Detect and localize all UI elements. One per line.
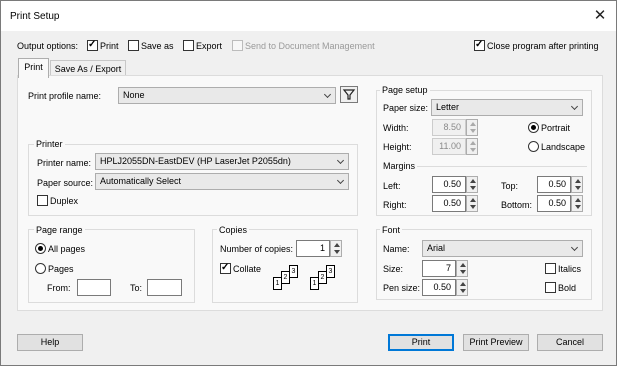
height-input: 11.00 <box>432 138 466 155</box>
printer-group-title: Printer <box>34 139 65 149</box>
pen-size-label: Pen size: <box>383 283 421 293</box>
bold-label: Bold <box>558 283 577 293</box>
bottom-margin-spinner[interactable] <box>571 195 583 212</box>
printer-name-select[interactable]: HPLJ2055DN-EastDEV (HP LaserJet P2055dn) <box>95 153 349 170</box>
margins-divider <box>417 166 587 167</box>
paper-size-select[interactable]: Letter <box>431 99 583 116</box>
output-print-label: Print <box>100 41 119 51</box>
print-profile-label: Print profile name: <box>28 91 102 101</box>
page-3-icon: 3 <box>289 265 298 278</box>
font-title: Font <box>380 225 403 235</box>
left-margin-label: Left: <box>383 181 401 191</box>
bottom-margin-label: Bottom: <box>501 200 533 210</box>
print-button[interactable]: Print <box>388 334 454 351</box>
height-label: Height: <box>383 142 412 152</box>
page-3-icon: 3 <box>326 265 335 278</box>
left-margin-spinner[interactable] <box>466 176 478 193</box>
collate-checkbox[interactable] <box>220 261 231 275</box>
font-size-input[interactable]: 7 <box>422 260 456 277</box>
portrait-label: Portrait <box>541 123 571 133</box>
tab-print[interactable]: Print <box>18 58 49 78</box>
number-of-copies-input[interactable]: 1 <box>296 240 330 257</box>
page-2-icon: 2 <box>281 271 290 284</box>
output-export-checkbox[interactable] <box>183 40 194 51</box>
send-to-dm-label: Send to Document Management <box>245 41 375 51</box>
bold-checkbox[interactable] <box>545 282 556 293</box>
page-1-icon: 1 <box>273 277 282 290</box>
number-of-copies-label: Number of copies: <box>220 244 294 254</box>
width-label: Width: <box>383 123 409 133</box>
landscape-radio[interactable] <box>528 141 539 152</box>
output-print-checkbox[interactable] <box>87 38 98 52</box>
right-margin-label: Right: <box>383 200 407 210</box>
filter-button[interactable] <box>340 86 358 103</box>
to-input[interactable] <box>147 279 182 296</box>
top-margin-label: Top: <box>501 181 519 191</box>
close-after-print-checkbox[interactable] <box>474 38 485 52</box>
output-options-label: Output options: <box>17 41 79 51</box>
pen-size-spinner[interactable] <box>456 279 468 296</box>
top-margin-input[interactable]: 0.50 <box>537 176 571 193</box>
send-to-dm-checkbox <box>232 40 243 51</box>
right-margin-spinner[interactable] <box>466 195 478 212</box>
output-export-label: Export <box>196 41 223 51</box>
from-label: From: <box>47 283 71 293</box>
page-range-title: Page range <box>34 225 85 235</box>
italics-checkbox[interactable] <box>545 263 556 274</box>
close-after-print-label: Close program after printing <box>487 41 599 51</box>
copies-spinner[interactable] <box>330 240 342 257</box>
window-title: Print Setup <box>10 11 60 22</box>
collate-label: Collate <box>233 264 262 274</box>
print-preview-button[interactable]: Print Preview <box>463 334 529 351</box>
all-pages-label: All pages <box>48 244 86 254</box>
help-button[interactable]: Help <box>17 334 83 351</box>
close-icon[interactable]: ✕ <box>588 6 612 26</box>
width-spinner <box>466 119 478 136</box>
paper-size-label: Paper size: <box>383 103 429 113</box>
print-setup-window: Print Setup ✕ Output options: Print Save… <box>0 0 617 366</box>
page-setup-title: Page setup <box>380 85 430 95</box>
pen-size-input[interactable]: 0.50 <box>422 279 456 296</box>
page-1-icon: 1 <box>310 277 319 290</box>
duplex-checkbox[interactable] <box>37 195 48 206</box>
cancel-button[interactable]: Cancel <box>537 334 603 351</box>
italics-label: Italics <box>558 264 582 274</box>
portrait-radio[interactable] <box>528 122 539 133</box>
page-2-icon: 2 <box>318 271 327 284</box>
height-spinner <box>466 138 478 155</box>
paper-source-label: Paper source: <box>37 178 94 188</box>
all-pages-radio[interactable] <box>35 243 46 254</box>
top-margin-spinner[interactable] <box>571 176 583 193</box>
font-size-spinner[interactable] <box>456 260 468 277</box>
filter-icon <box>342 89 356 100</box>
right-margin-input[interactable]: 0.50 <box>432 195 466 212</box>
printer-name-label: Printer name: <box>37 158 92 168</box>
landscape-label: Landscape <box>541 142 586 152</box>
to-label: To: <box>130 283 143 293</box>
width-input: 8.50 <box>432 119 466 136</box>
collated-pages-icon-2: 3 2 1 <box>308 265 344 297</box>
font-size-label: Size: <box>383 264 404 274</box>
title-bar: Print Setup ✕ <box>1 1 616 31</box>
margins-title: Margins <box>383 161 416 171</box>
copies-title: Copies <box>217 225 250 235</box>
output-save-as-checkbox[interactable] <box>128 40 139 51</box>
bottom-margin-input[interactable]: 0.50 <box>537 195 571 212</box>
font-name-select[interactable]: Arial <box>422 240 583 257</box>
print-profile-select[interactable]: None <box>118 87 336 104</box>
pages-radio[interactable] <box>35 263 46 274</box>
from-input[interactable] <box>77 279 111 296</box>
output-save-as-label: Save as <box>141 41 174 51</box>
paper-source-select[interactable]: Automatically Select <box>95 173 349 190</box>
left-margin-input[interactable]: 0.50 <box>432 176 466 193</box>
font-name-label: Name: <box>383 244 410 254</box>
duplex-label: Duplex <box>50 196 79 206</box>
collated-pages-icon: 3 2 1 <box>271 265 307 297</box>
pages-label: Pages <box>48 264 74 274</box>
